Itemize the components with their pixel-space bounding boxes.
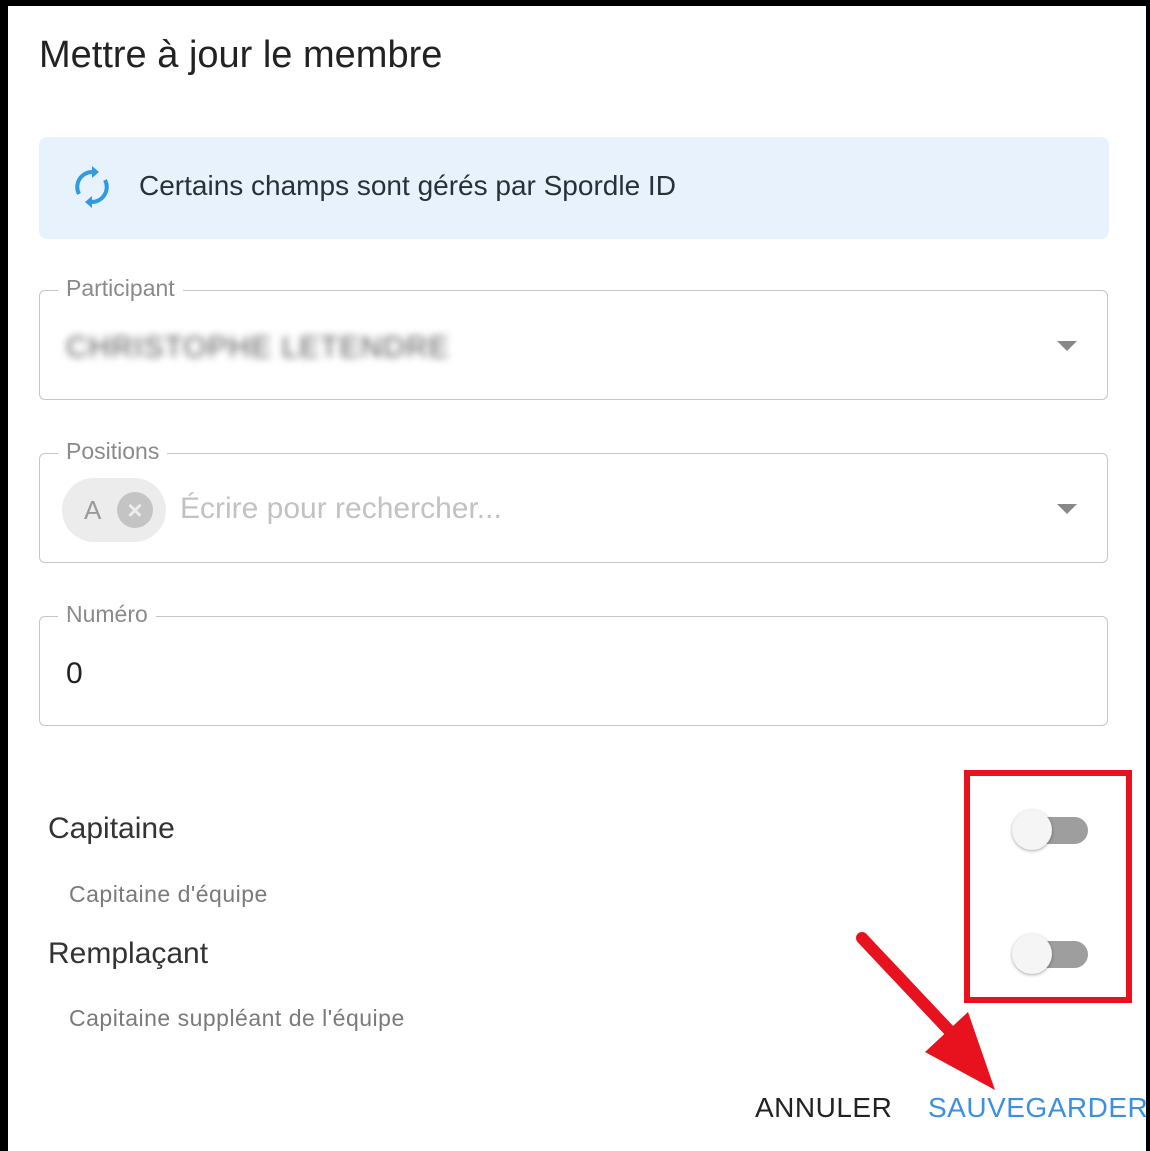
position-chip: A × (62, 478, 166, 542)
number-field[interactable]: Numéro 0 (39, 601, 1108, 726)
chevron-down-icon[interactable] (1057, 341, 1077, 351)
annotation-highlight-box (964, 770, 1132, 1003)
captain-help: Capitaine d'équipe (69, 881, 268, 907)
participant-label: Participant (58, 275, 183, 302)
substitute-label: Remplaçant (48, 937, 209, 970)
captain-label: Capitaine (48, 812, 175, 845)
position-chip-label: A (84, 495, 102, 525)
chip-remove-icon[interactable]: × (117, 492, 153, 528)
cancel-button[interactable]: ANNULER (755, 1092, 892, 1124)
save-button[interactable]: SAUVEGARDER (928, 1092, 1148, 1124)
participant-select[interactable]: Participant CHRISTOPHE LETENDRE (39, 275, 1108, 400)
sync-icon (75, 166, 109, 208)
chevron-down-icon[interactable] (1057, 504, 1077, 514)
participant-value: CHRISTOPHE LETENDRE (66, 331, 450, 364)
positions-select[interactable]: Positions A × Écrire pour rechercher... (39, 438, 1108, 563)
positions-search-input[interactable]: Écrire pour rechercher... (180, 492, 502, 526)
number-value[interactable]: 0 (66, 657, 83, 691)
info-banner-text: Certains champs sont gérés par Spordle I… (139, 170, 676, 201)
info-banner: Certains champs sont gérés par Spordle I… (39, 137, 1109, 239)
dialog-title: Mettre à jour le membre (39, 34, 443, 76)
positions-label: Positions (58, 438, 168, 465)
substitute-help: Capitaine suppléant de l'équipe (69, 1005, 405, 1031)
number-label: Numéro (58, 601, 156, 628)
